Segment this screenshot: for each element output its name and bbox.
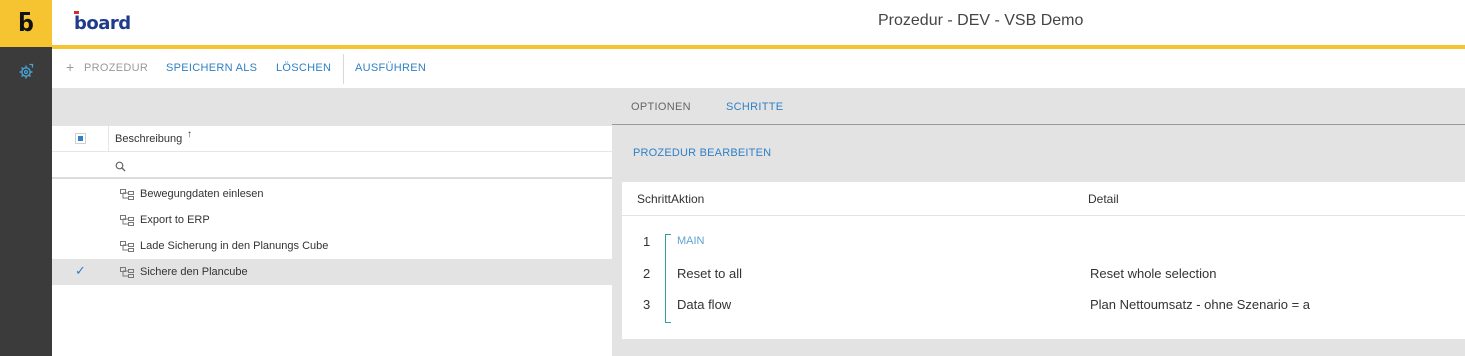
step-number: 1	[643, 234, 651, 249]
board-logo: board	[72, 11, 142, 37]
step-action: Data flow	[677, 297, 732, 312]
delete-button[interactable]: LÖSCHEN	[276, 62, 331, 74]
right-panel: OPTIONEN SCHRITTE PROZEDUR BEARBEITEN Sc…	[612, 88, 1465, 356]
filter-row	[52, 152, 612, 179]
list-item-label: Bewegungdaten einlesen	[140, 188, 264, 200]
board-home-button[interactable]: b	[0, 0, 52, 47]
procedure-icon	[120, 214, 134, 232]
step-number: 3	[643, 297, 651, 312]
grid-column-divider	[108, 126, 109, 152]
select-all-checkbox[interactable]	[75, 133, 86, 144]
step-detail: Plan Nettoumsatz - ohne Szenario = a	[1090, 297, 1311, 312]
column-header-detail: Detail	[1088, 192, 1119, 206]
left-rail: b	[0, 0, 52, 356]
steps-table: SchrittAktion Detail 1 MAIN 2 Reset to a…	[622, 182, 1465, 339]
checkmark-icon[interactable]: ✓	[75, 263, 86, 279]
procedure-list: Bewegungdaten einlesen Export to ERP Lad…	[52, 181, 612, 356]
select-all-indeterminate	[78, 136, 83, 141]
step-row[interactable]: 1 MAIN	[622, 234, 1465, 254]
page-title: Prozedur - DEV - VSB Demo	[878, 12, 1084, 29]
list-item[interactable]: Export to ERP	[52, 207, 612, 233]
toolbar: + PROZEDUR SPEICHERN ALS LÖSCHEN AUSFÜHR…	[52, 49, 1465, 88]
column-header-step-action: SchrittAktion	[637, 192, 705, 206]
tab-divider	[612, 124, 1465, 125]
step-row[interactable]: 3 Data flow Plan Nettoumsatz - ohne Szen…	[622, 297, 1465, 317]
logo-text: board	[74, 13, 131, 34]
process-gear-svg	[19, 63, 34, 79]
edit-procedure-link[interactable]: PROZEDUR BEARBEITEN	[633, 147, 771, 159]
tab-options[interactable]: OPTIONEN	[631, 101, 691, 113]
list-item-selected[interactable]: ✓ Sichere den Plancube	[52, 259, 612, 285]
procedure-icon	[120, 266, 134, 284]
procedure-icon	[120, 188, 134, 206]
app-window: b board Prozedur - DEV - VSB Demo + PROZ…	[0, 0, 1465, 356]
left-panel-header	[52, 88, 612, 126]
sort-ascending-icon[interactable]: ↑	[187, 129, 192, 140]
toolbar-divider	[343, 54, 344, 84]
list-item[interactable]: Bewegungdaten einlesen	[52, 181, 612, 207]
step-action: MAIN	[677, 235, 705, 247]
list-item-label: Export to ERP	[140, 214, 210, 226]
grid-header: Beschreibung ↑	[52, 126, 612, 152]
save-as-button[interactable]: SPEICHERN ALS	[166, 62, 257, 74]
app-header: board Prozedur - DEV - VSB Demo	[52, 0, 1465, 45]
plus-icon: +	[66, 59, 75, 75]
list-item[interactable]: Lade Sicherung in den Planungs Cube	[52, 233, 612, 259]
logo-letter: b	[18, 11, 34, 37]
step-number: 2	[643, 266, 651, 281]
step-action: Reset to all	[677, 266, 743, 281]
search-icon	[115, 159, 126, 177]
steps-table-header: SchrittAktion Detail	[622, 182, 1465, 216]
list-item-label: Lade Sicherung in den Planungs Cube	[140, 240, 329, 252]
list-item-label: Sichere den Plancube	[140, 266, 248, 278]
process-gear-icon[interactable]	[0, 56, 52, 86]
step-row[interactable]: 2 Reset to all Reset whole selection	[622, 266, 1465, 286]
step-detail: Reset whole selection	[1090, 266, 1217, 281]
tab-steps[interactable]: SCHRITTE	[726, 101, 783, 113]
column-header-description[interactable]: Beschreibung	[115, 133, 182, 145]
procedure-icon	[120, 240, 134, 258]
run-button[interactable]: AUSFÜHREN	[355, 62, 426, 74]
new-procedure-button[interactable]: PROZEDUR	[84, 62, 148, 74]
